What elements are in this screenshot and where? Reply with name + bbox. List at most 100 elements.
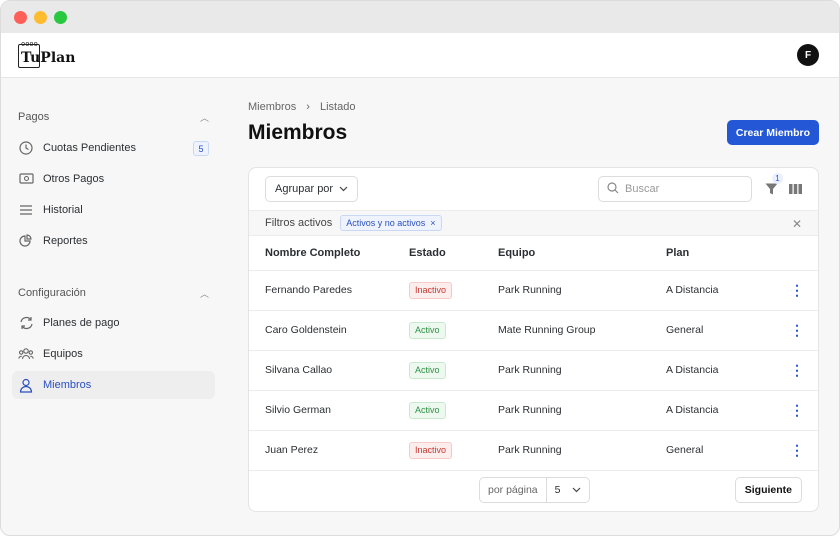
sidebar: Pagos ︿ Cuotas Pendientes 5 Otros Pagos … xyxy=(1,79,226,535)
table-row[interactable]: Caro Goldenstein Activo Mate Running Gro… xyxy=(249,310,818,351)
next-page-button[interactable]: Siguiente xyxy=(734,477,802,503)
logo-text: TuPlan xyxy=(21,50,76,66)
sidebar-item-reportes[interactable]: Reportes xyxy=(12,227,215,255)
status-cell: Activo xyxy=(409,350,498,391)
sidebar-item-label: Cuotas Pendientes xyxy=(43,142,136,154)
table-row[interactable]: Juan Perez Inactivo Park Running General… xyxy=(249,430,818,471)
filter-count-badge: 1 xyxy=(772,173,783,184)
member-plan: A Distancia xyxy=(666,390,776,431)
minimize-window-button[interactable] xyxy=(34,10,47,24)
active-filters-bar: Filtros activos Activos y no activos × ✕ xyxy=(249,210,818,236)
sidebar-item-label: Planes de pago xyxy=(43,317,120,329)
breadcrumb-item-miembros[interactable]: Miembros xyxy=(248,101,296,113)
clear-filters-icon[interactable]: ✕ xyxy=(792,217,802,231)
section-title: Pagos xyxy=(18,111,50,123)
filter-chip-label: Activos y no activos xyxy=(346,218,426,228)
member-name: Silvana Callao xyxy=(249,350,409,391)
member-name: Silvio German xyxy=(249,390,409,431)
app-window: oooo TuPlan F Pagos ︿ Cuotas Pendientes … xyxy=(0,0,840,536)
more-vertical-icon[interactable]: ⋮ xyxy=(776,350,818,391)
column-header-status[interactable]: Estado xyxy=(409,236,498,271)
pending-count-badge: 5 xyxy=(193,141,209,156)
group-icon xyxy=(18,346,34,362)
breadcrumb: Miembros › Listado xyxy=(248,101,355,113)
section-header-configuracion[interactable]: Configuración ︿ xyxy=(12,285,215,301)
maximize-window-button[interactable] xyxy=(54,10,67,24)
column-header-team[interactable]: Equipo xyxy=(498,236,666,271)
sidebar-item-planes-de-pago[interactable]: Planes de pago xyxy=(12,309,215,337)
more-vertical-icon[interactable]: ⋮ xyxy=(776,310,818,351)
search-input[interactable] xyxy=(625,183,735,195)
page-size-select[interactable]: 5 xyxy=(547,484,590,496)
columns-icon[interactable] xyxy=(788,182,802,196)
filter-chip[interactable]: Activos y no activos × xyxy=(340,215,442,231)
active-filters-label: Filtros activos xyxy=(265,217,333,229)
status-cell: Activo xyxy=(409,390,498,431)
sidebar-item-cuotas-pendientes[interactable]: Cuotas Pendientes 5 xyxy=(12,134,215,162)
column-header-actions xyxy=(776,236,818,271)
refresh-icon xyxy=(18,315,34,331)
column-header-plan[interactable]: Plan xyxy=(666,236,776,271)
group-by-label: Agrupar por xyxy=(275,183,334,195)
status-cell: Activo xyxy=(409,310,498,351)
sidebar-item-label: Reportes xyxy=(43,235,88,247)
page-size-selector[interactable]: por página 5 xyxy=(479,477,591,503)
page-title: Miembros xyxy=(248,121,348,144)
status-badge: Inactivo xyxy=(409,441,453,459)
chevron-up-icon: ︿ xyxy=(199,288,209,299)
section-header-pagos[interactable]: Pagos ︿ xyxy=(12,109,215,125)
remove-filter-icon[interactable]: × xyxy=(430,218,435,228)
status-badge: Activo xyxy=(409,401,446,419)
member-team: Park Running xyxy=(498,270,666,311)
member-plan: A Distancia xyxy=(666,270,776,311)
table-row[interactable]: Silvana Callao Activo Park Running A Dis… xyxy=(249,350,818,391)
chevron-right-icon: › xyxy=(306,101,310,113)
sidebar-item-historial[interactable]: Historial xyxy=(12,196,215,224)
status-cell: Inactivo xyxy=(409,430,498,471)
page-size-label: por página xyxy=(480,478,547,502)
search-box[interactable] xyxy=(598,176,752,202)
table-row[interactable]: Silvio German Activo Park Running A Dist… xyxy=(249,390,818,431)
list-icon xyxy=(18,202,34,218)
chevron-down-icon xyxy=(339,183,348,195)
avatar[interactable]: F xyxy=(797,44,819,66)
app-header: oooo TuPlan F xyxy=(1,33,839,78)
table-row[interactable]: Fernando Paredes Inactivo Park Running A… xyxy=(249,270,818,311)
status-badge: Inactivo xyxy=(409,281,453,299)
status-badge: Activo xyxy=(409,361,446,379)
more-vertical-icon[interactable]: ⋮ xyxy=(776,270,818,311)
create-member-button[interactable]: Crear Miembro xyxy=(726,120,819,145)
member-team: Park Running xyxy=(498,350,666,391)
members-card: Agrupar por 1 xyxy=(248,167,819,512)
member-team: Mate Running Group xyxy=(498,310,666,351)
user-icon xyxy=(18,377,34,393)
pie-chart-icon xyxy=(18,233,34,249)
status-cell: Inactivo xyxy=(409,270,498,311)
sidebar-item-otros-pagos[interactable]: Otros Pagos xyxy=(12,165,215,193)
table-toolbar: Agrupar por 1 xyxy=(265,173,802,202)
member-name: Caro Goldenstein xyxy=(249,310,409,351)
sidebar-item-miembros[interactable]: Miembros xyxy=(12,371,215,399)
section-title: Configuración xyxy=(18,287,86,299)
cash-icon xyxy=(18,171,34,187)
chevron-down-icon xyxy=(572,484,581,496)
more-vertical-icon[interactable]: ⋮ xyxy=(776,430,818,471)
logo[interactable]: oooo TuPlan xyxy=(18,40,75,70)
member-plan: General xyxy=(666,310,776,351)
member-plan: General xyxy=(666,430,776,471)
status-badge: Activo xyxy=(409,321,446,339)
member-name: Fernando Paredes xyxy=(249,270,409,311)
breadcrumb-item-listado: Listado xyxy=(319,101,356,113)
members-table: Nombre Completo Estado Equipo Plan Ferna… xyxy=(249,236,818,471)
page-size-value: 5 xyxy=(554,484,561,496)
sidebar-item-equipos[interactable]: Equipos xyxy=(12,340,215,368)
title-bar xyxy=(1,1,839,33)
group-by-dropdown[interactable]: Agrupar por xyxy=(265,176,359,202)
filter-button[interactable]: 1 xyxy=(764,173,783,196)
member-team: Park Running xyxy=(498,390,666,431)
sidebar-item-label: Miembros xyxy=(43,379,92,391)
more-vertical-icon[interactable]: ⋮ xyxy=(776,390,818,431)
column-header-name[interactable]: Nombre Completo xyxy=(249,236,409,271)
logo-rings-icon: oooo xyxy=(21,40,38,48)
close-window-button[interactable] xyxy=(14,10,27,24)
